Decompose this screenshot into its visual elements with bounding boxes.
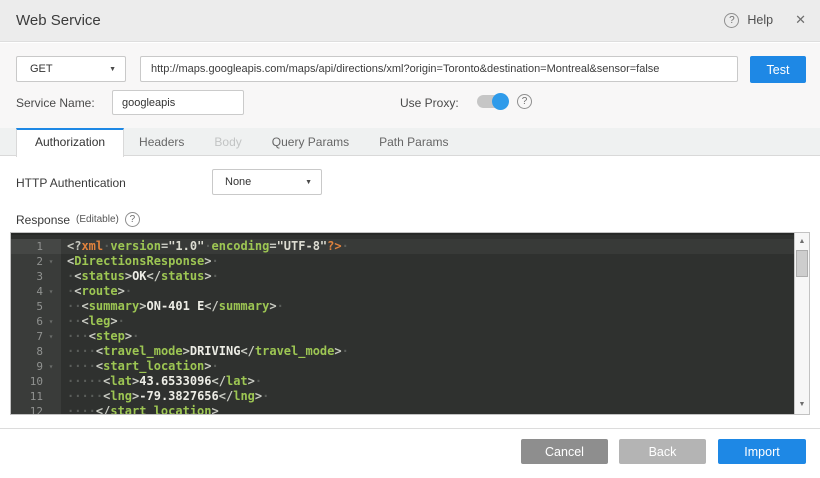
fold-spacer [43,239,59,254]
tab-authorization[interactable]: Authorization [16,128,124,157]
line-number: 7 [11,329,43,344]
request-form: GET ▼ Test Service Name: Use Proxy: ? [0,43,820,128]
code-line: 8 ····<travel_mode>DRIVING</travel_mode>· [11,344,794,359]
fold-spacer [43,404,59,414]
tab-query-params[interactable]: Query Params [257,128,364,155]
back-button[interactable]: Back [619,439,706,464]
code-line: 6▾··<leg>· [11,314,794,329]
code-editor[interactable]: 1 <?xml·version="1.0"·encoding="UTF-8"?>·… [10,232,810,415]
tab-body: Body [199,128,256,155]
use-proxy-toggle[interactable] [477,95,507,108]
fold-toggle-icon[interactable]: ▾ [43,329,59,344]
line-number: 6 [11,314,43,329]
code-line-text: <DirectionsResponse>· [61,254,219,269]
line-number: 11 [11,389,43,404]
response-help-icon[interactable]: ? [125,212,140,227]
code-line-text: ····<travel_mode>DRIVING</travel_mode>· [61,344,349,359]
tab-path-params[interactable]: Path Params [364,128,463,155]
close-icon[interactable]: ✕ [795,12,806,28]
service-name-label: Service Name: [16,96,95,110]
cancel-button[interactable]: Cancel [521,439,608,464]
toggle-knob [492,93,509,110]
response-editable-label: (Editable) [76,214,119,225]
fold-spacer [43,344,59,359]
response-header: Response (Editable) ? [16,212,140,227]
code-lines: 1 <?xml·version="1.0"·encoding="UTF-8"?>·… [11,233,794,414]
code-line: 9▾····<start_location>· [11,359,794,374]
scroll-up-icon[interactable]: ▲ [795,235,809,249]
method-select-value: GET [30,63,53,75]
code-line: 11 ·····<lng>-79.3827656</lng>· [11,389,794,404]
scrollbar-thumb[interactable] [796,250,808,277]
code-line: 5 ··<summary>ON-401 E</summary>· [11,299,794,314]
code-line-text: ·<status>OK</status>· [61,269,219,284]
code-line: 2▾<DirectionsResponse>· [11,254,794,269]
code-line-text: <?xml·version="1.0"·encoding="UTF-8"?>· [61,239,349,254]
code-line: 10 ·····<lat>43.6533096</lat>· [11,374,794,389]
help-icon[interactable]: ? [724,13,739,28]
web-service-dialog: Web Service ? Help ✕ GET ▼ Test Service … [0,0,820,478]
help-link[interactable]: Help [747,13,773,27]
code-line: 4▾·<route>· [11,284,794,299]
code-line-text: ·<route>· [61,284,132,299]
header-actions: ? Help ✕ [724,12,806,28]
code-line: 12 ····</start_location> [11,404,794,414]
fold-spacer [43,269,59,284]
code-line-text: ···<step>· [61,329,139,344]
code-line: 7▾···<step>· [11,329,794,344]
code-line-text: ··<leg>· [61,314,125,329]
line-number: 12 [11,404,43,414]
proxy-help-icon[interactable]: ? [517,94,532,109]
line-number: 5 [11,299,43,314]
page-title: Web Service [16,12,101,29]
response-label: Response [16,213,70,227]
code-line-text: ····</start_location> [61,404,219,414]
line-number: 4 [11,284,43,299]
url-input[interactable] [140,56,738,82]
line-number: 10 [11,374,43,389]
http-auth-select[interactable]: None ▼ [212,169,322,195]
fold-spacer [43,389,59,404]
line-number: 9 [11,359,43,374]
tab-bar: Authorization Headers Body Query Params … [0,128,820,156]
use-proxy-label: Use Proxy: [400,96,459,110]
fold-spacer [43,299,59,314]
dialog-header: Web Service ? Help ✕ [0,0,820,42]
fold-spacer [43,374,59,389]
code-line-text: ·····<lat>43.6533096</lat>· [61,374,262,389]
test-button[interactable]: Test [750,56,806,83]
http-auth-select-value: None [225,176,251,188]
fold-toggle-icon[interactable]: ▾ [43,254,59,269]
chevron-down-icon: ▼ [305,179,312,186]
footer-divider [0,428,820,429]
fold-toggle-icon[interactable]: ▾ [43,284,59,299]
code-line-text: ····<start_location>· [61,359,219,374]
code-line-text: ·····<lng>-79.3827656</lng>· [61,389,269,404]
line-number: 1 [11,239,43,254]
line-number: 2 [11,254,43,269]
chevron-down-icon: ▼ [109,66,116,73]
import-button[interactable]: Import [718,439,806,464]
code-line: 3 ·<status>OK</status>· [11,269,794,284]
line-number: 3 [11,269,43,284]
fold-toggle-icon[interactable]: ▾ [43,314,59,329]
tab-headers[interactable]: Headers [124,128,199,155]
line-number: 8 [11,344,43,359]
scroll-down-icon[interactable]: ▼ [795,398,809,412]
editor-scrollbar[interactable]: ▲ ▼ [794,233,809,414]
service-name-input[interactable] [112,90,244,115]
fold-toggle-icon[interactable]: ▾ [43,359,59,374]
http-auth-label: HTTP Authentication [16,176,126,190]
method-select[interactable]: GET ▼ [16,56,126,82]
code-line: 1 <?xml·version="1.0"·encoding="UTF-8"?>· [11,239,794,254]
code-line-text: ··<summary>ON-401 E</summary>· [61,299,284,314]
